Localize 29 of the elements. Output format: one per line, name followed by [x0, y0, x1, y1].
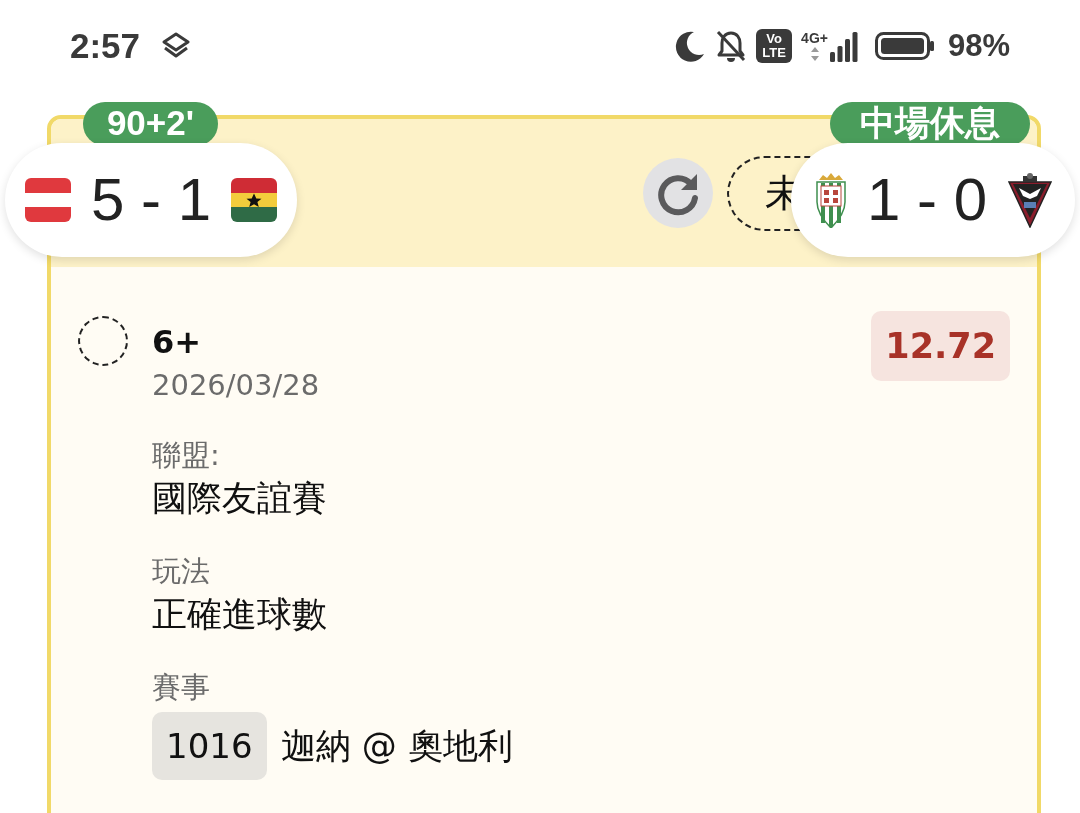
field-label: 聯盟: — [152, 437, 220, 474]
match-code: 1016 — [152, 712, 267, 780]
battery-icon — [874, 32, 935, 60]
moon-icon — [674, 30, 707, 62]
field-value: 正確進球數 — [152, 593, 327, 636]
network-type: 4G+ — [801, 30, 828, 46]
flag-icon — [231, 178, 278, 222]
flag-icon — [25, 178, 71, 222]
field-label: 玩法 — [152, 553, 210, 590]
field-value: 迦納 @ 奧地利 — [280, 725, 513, 768]
odds-value: 12.72 — [871, 311, 1010, 381]
field-label: 賽事 — [152, 669, 210, 706]
crest-icon — [814, 172, 847, 228]
volte-indicator: Vo LTE — [756, 29, 793, 63]
crest-icon — [1007, 172, 1053, 228]
field-value: 國際友誼賽 — [152, 477, 327, 520]
match-time-badge: 中場休息 — [830, 102, 1030, 146]
match-time-badge: 90+2' — [83, 102, 218, 146]
selection-title: 6+ — [152, 322, 202, 363]
score-chip[interactable]: 5 - 1 — [5, 143, 298, 257]
data-arrows-icon — [809, 45, 820, 62]
selection-date: 2026/03/28 — [152, 367, 320, 404]
bell-off-icon — [715, 29, 748, 63]
battery-level: 98% — [947, 28, 1010, 64]
layers-icon — [162, 32, 191, 60]
score-text: 5 - 1 — [91, 165, 212, 235]
status-time: 2:57 — [70, 26, 141, 66]
radio-button[interactable] — [78, 316, 128, 366]
signal-icon — [829, 31, 858, 62]
